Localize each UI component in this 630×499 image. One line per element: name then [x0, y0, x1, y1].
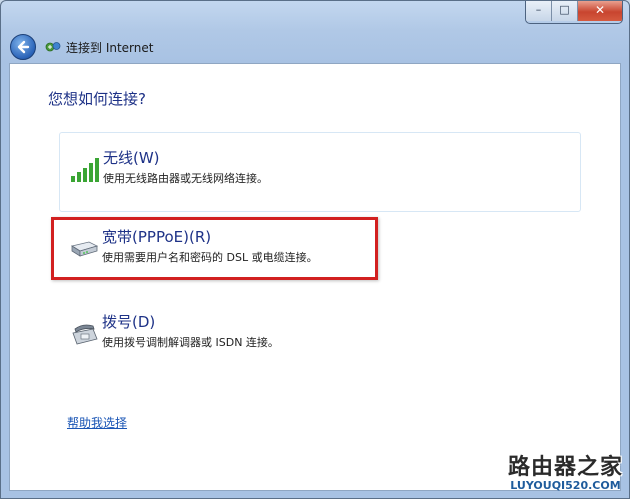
minimize-button[interactable]: – — [526, 1, 552, 21]
wizard-navigation-bar: 连接到 Internet — [1, 31, 629, 63]
close-button[interactable]: ✕ — [578, 1, 622, 21]
connect-internet-window: – □ ✕ 连接到 Internet 您想如何连接? 无线(W) 使用无线路由器… — [0, 0, 630, 499]
watermark: 路由器之家 LUYOUQI520.COM — [508, 449, 623, 492]
window-controls: – □ ✕ — [525, 1, 623, 24]
maximize-button[interactable]: □ — [552, 1, 578, 21]
wireless-signal-icon — [71, 158, 99, 182]
watermark-main: 路由器之家 — [507, 455, 623, 480]
back-arrow-icon — [17, 40, 30, 54]
dialup-phone-icon — [72, 324, 98, 345]
option-wireless-title: 无线(W) — [103, 149, 160, 167]
close-icon: ✕ — [594, 3, 606, 17]
minimize-icon: – — [535, 3, 542, 16]
network-connect-icon — [45, 42, 61, 52]
wizard-content-pane: 您想如何连接? 无线(W) 使用无线路由器或无线网络连接。 宽带(PPPoE)(… — [9, 63, 621, 491]
maximize-icon: □ — [559, 3, 570, 16]
broadband-highlight-frame — [51, 217, 378, 280]
title-bar[interactable]: – □ ✕ — [1, 1, 629, 31]
option-dialup[interactable]: 拨号(D) 使用拨号调制解调器或 ISDN 连接。 — [59, 297, 581, 377]
option-dialup-title: 拨号(D) — [102, 313, 156, 331]
option-dialup-description: 使用拨号调制解调器或 ISDN 连接。 — [102, 336, 279, 349]
option-wireless[interactable]: 无线(W) 使用无线路由器或无线网络连接。 — [59, 132, 581, 212]
watermark-sub: LUYOUQI520.COM — [510, 479, 621, 492]
option-wireless-description: 使用无线路由器或无线网络连接。 — [103, 172, 268, 185]
help-me-choose-link[interactable]: 帮助我选择 — [67, 414, 127, 431]
wizard-title: 连接到 Internet — [66, 41, 154, 55]
page-heading: 您想如何连接? — [48, 90, 146, 108]
back-button[interactable] — [10, 34, 36, 60]
